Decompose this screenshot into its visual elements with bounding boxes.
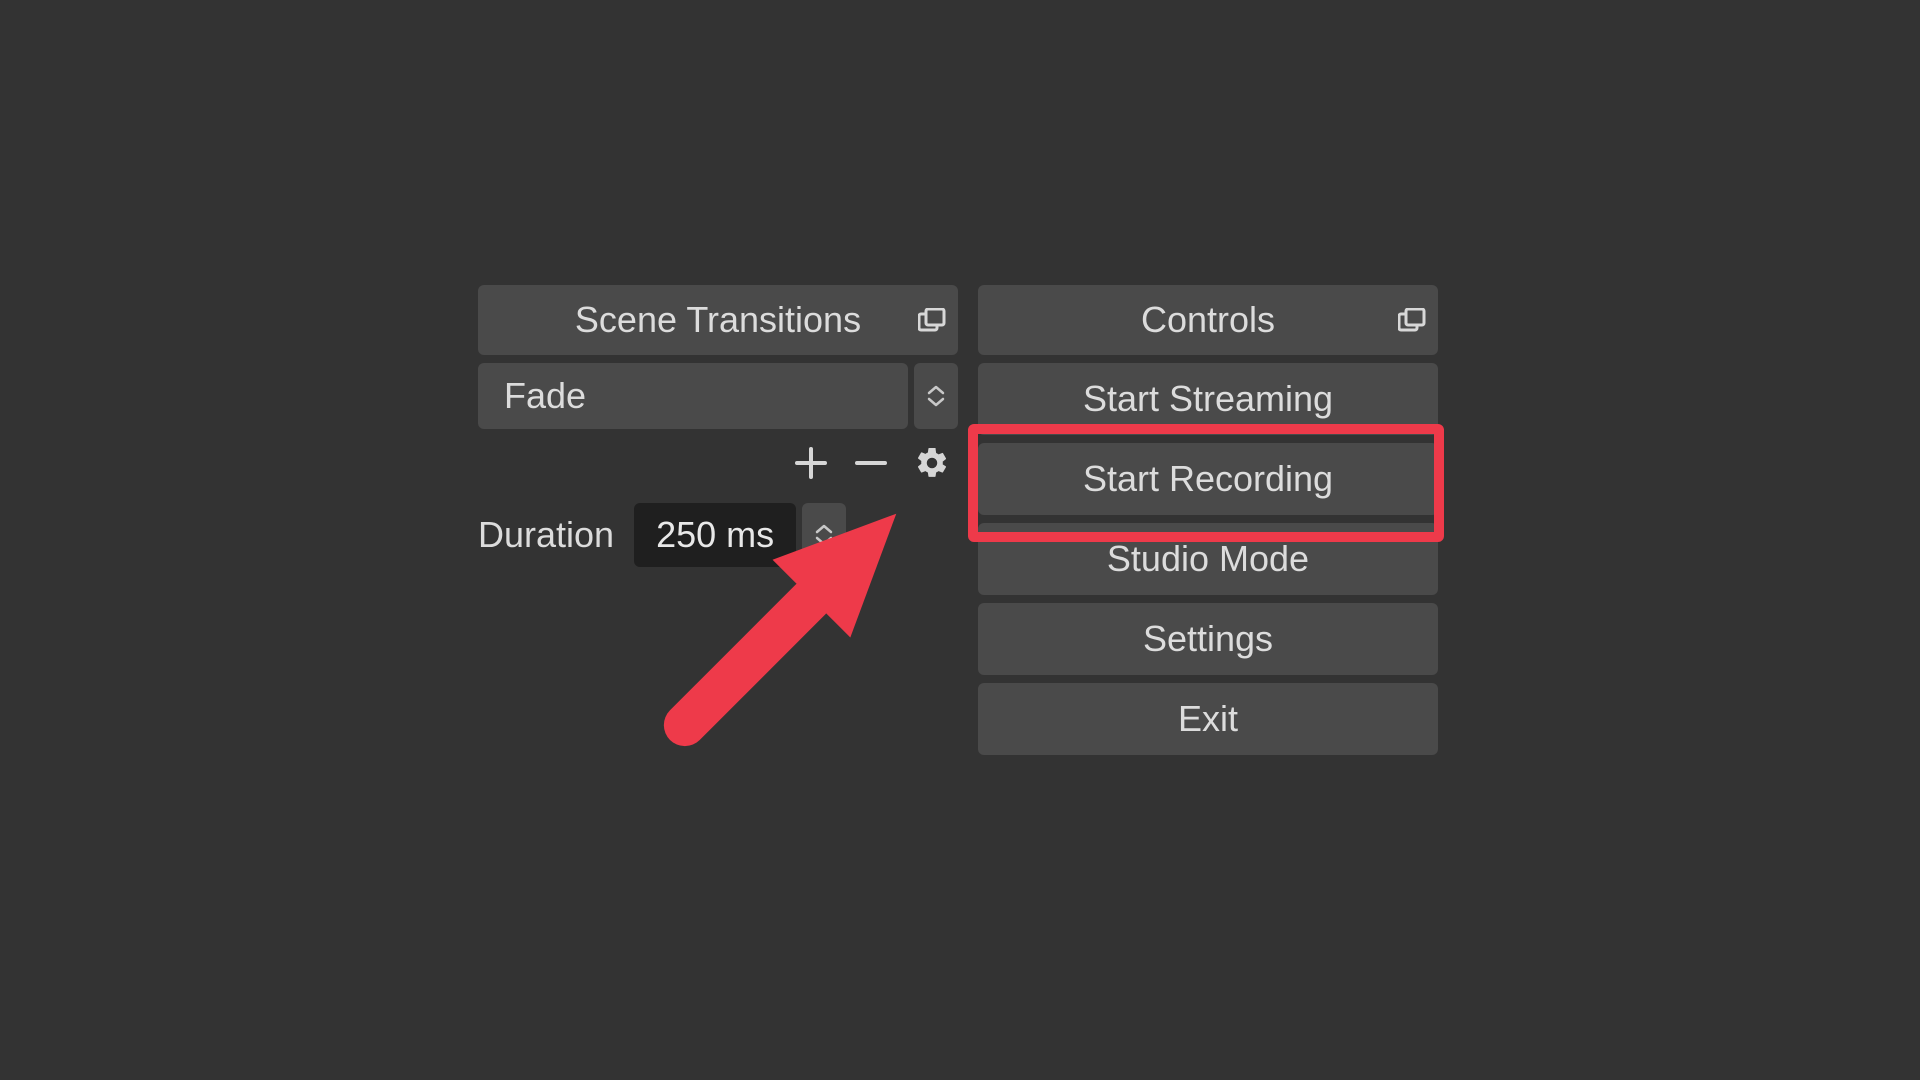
transition-select[interactable]: Fade bbox=[478, 363, 908, 429]
transition-select-stepper[interactable] bbox=[914, 363, 958, 429]
minus-icon[interactable] bbox=[854, 446, 888, 480]
duration-value-text: 250 ms bbox=[656, 514, 774, 556]
popout-icon[interactable] bbox=[918, 308, 946, 332]
button-label: Exit bbox=[1178, 698, 1238, 740]
button-label: Studio Mode bbox=[1107, 538, 1309, 580]
transition-selected-value: Fade bbox=[504, 375, 586, 417]
transition-select-row: Fade bbox=[478, 363, 958, 429]
transition-toolbar bbox=[478, 439, 958, 487]
controls-title: Controls bbox=[978, 299, 1438, 341]
scene-transitions-panel: Scene Transitions Fade bbox=[478, 285, 958, 755]
controls-header: Controls bbox=[978, 285, 1438, 355]
duration-input[interactable]: 250 ms bbox=[634, 503, 796, 567]
button-label: Settings bbox=[1143, 618, 1273, 660]
plus-icon[interactable] bbox=[794, 446, 828, 480]
controls-buttons: Start Streaming Start Recording Studio M… bbox=[978, 363, 1438, 755]
duration-label: Duration bbox=[478, 514, 614, 556]
start-recording-button[interactable]: Start Recording bbox=[978, 443, 1438, 515]
gear-icon[interactable] bbox=[914, 445, 950, 481]
duration-row: Duration 250 ms bbox=[478, 503, 958, 567]
scene-transitions-title: Scene Transitions bbox=[478, 299, 958, 341]
studio-mode-button[interactable]: Studio Mode bbox=[978, 523, 1438, 595]
start-streaming-button[interactable]: Start Streaming bbox=[978, 363, 1438, 435]
controls-panel: Controls Start Streaming Start Recording… bbox=[978, 285, 1438, 755]
button-label: Start Streaming bbox=[1083, 378, 1333, 420]
popout-icon[interactable] bbox=[1398, 308, 1426, 332]
scene-transitions-header: Scene Transitions bbox=[478, 285, 958, 355]
settings-button[interactable]: Settings bbox=[978, 603, 1438, 675]
button-label: Start Recording bbox=[1083, 458, 1333, 500]
duration-stepper[interactable] bbox=[802, 503, 846, 567]
exit-button[interactable]: Exit bbox=[978, 683, 1438, 755]
